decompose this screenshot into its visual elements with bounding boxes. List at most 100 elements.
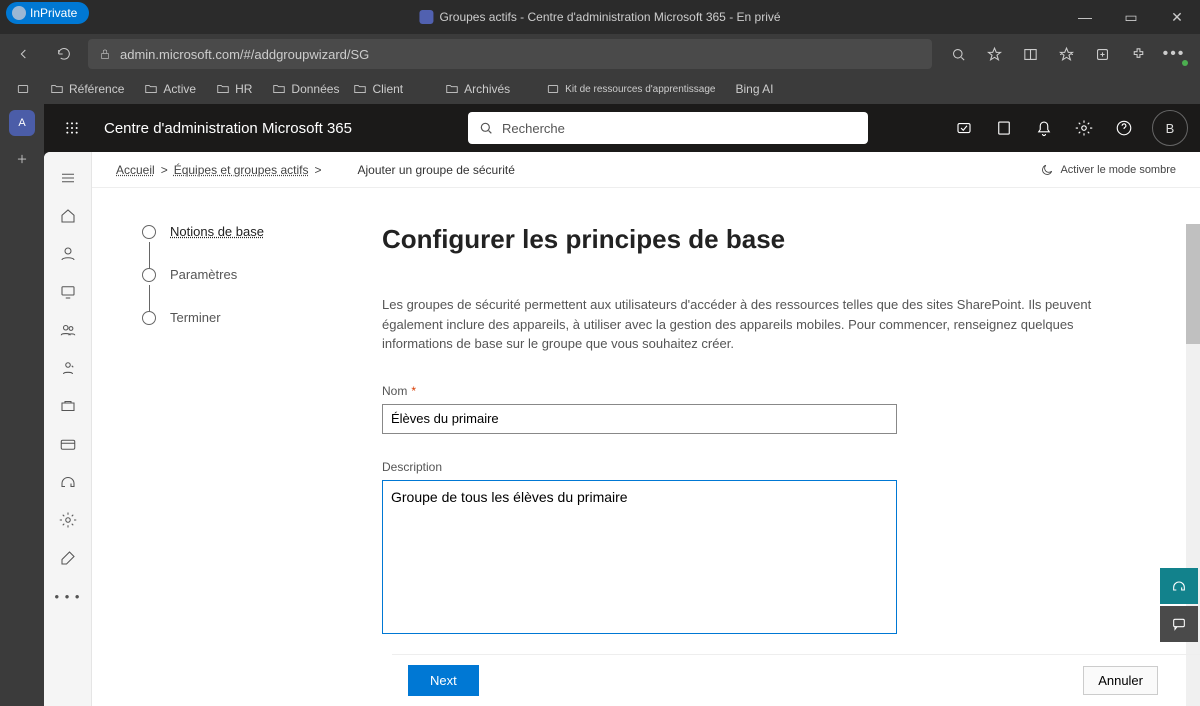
feedback-button[interactable] — [1160, 606, 1198, 642]
wizard-steps: Notions de base Paramètres Terminer — [92, 188, 382, 706]
share-button[interactable] — [946, 110, 982, 146]
extensions-button[interactable] — [1120, 36, 1156, 72]
favorite-client[interactable]: Client — [345, 78, 411, 100]
nav-hamburger-button[interactable] — [48, 160, 88, 196]
notification-badge-icon — [1182, 60, 1188, 66]
tab-m365admin[interactable]: A — [9, 110, 35, 136]
zoom-button[interactable] — [940, 36, 976, 72]
maximize-button[interactable]: ▭ — [1108, 0, 1154, 34]
favorite-active[interactable]: Active — [136, 78, 204, 100]
favorites-button[interactable] — [1048, 36, 1084, 72]
minimize-button[interactable]: ― — [1062, 0, 1108, 34]
favorite-archives[interactable]: Archivés — [437, 78, 518, 100]
wizard-step-finish[interactable]: Terminer — [142, 310, 362, 325]
wizard-body: Notions de base Paramètres Terminer Conf — [92, 188, 1200, 706]
fav-label: Archivés — [464, 82, 510, 96]
breadcrumb-sep: > — [161, 163, 168, 177]
nav-roles-button[interactable] — [48, 350, 88, 386]
favorite-hr[interactable]: HR — [208, 78, 260, 100]
favorite-reference[interactable]: Référence — [42, 78, 132, 100]
favorite-button[interactable] — [976, 36, 1012, 72]
nav-groups-button[interactable] — [48, 312, 88, 348]
wizard-step-basics[interactable]: Notions de base — [142, 224, 362, 239]
moon-icon — [1040, 163, 1054, 177]
favorite-donnees[interactable]: Données — [264, 78, 347, 100]
fav-label: Active — [163, 82, 196, 96]
nav-support-button[interactable] — [48, 464, 88, 500]
nav-billing-button[interactable] — [48, 426, 88, 462]
refresh-button[interactable] — [48, 38, 80, 70]
content-area: Accueil > Équipes et groupes actifs > Aj… — [92, 152, 1200, 706]
help-button[interactable] — [1106, 110, 1142, 146]
fav-label: Données — [291, 82, 339, 96]
page-description: Les groupes de sécurité permettent aux u… — [382, 295, 1132, 354]
dark-mode-toggle[interactable]: Activer le mode sombre — [1040, 163, 1176, 177]
cancel-button[interactable]: Annuler — [1083, 666, 1158, 695]
close-button[interactable]: ✕ — [1154, 0, 1200, 34]
breadcrumb: Accueil > Équipes et groupes actifs > Aj… — [92, 152, 1200, 188]
nav-setup-button[interactable] — [48, 540, 88, 576]
next-button[interactable]: Next — [408, 665, 479, 696]
favorites-bar: Référence Active HR Données Client Archi… — [0, 74, 1200, 104]
step-label: Terminer — [170, 310, 221, 325]
favorite-learning-kit[interactable]: Kit de ressources d'apprentissage — [538, 78, 723, 100]
nav-more-button[interactable]: • • • — [48, 578, 88, 614]
scroll-thumb[interactable] — [1186, 224, 1200, 344]
more-actions-button[interactable]: ••• — [1156, 36, 1192, 72]
wizard-step-settings[interactable]: Paramètres — [142, 267, 362, 282]
breadcrumb-current: Ajouter un groupe de sécurité — [357, 163, 514, 177]
breadcrumb-home[interactable]: Accueil — [116, 163, 155, 177]
favorite-bingai[interactable]: Bing AI — [727, 78, 781, 100]
search-input[interactable]: Recherche — [468, 112, 868, 144]
step-circle-icon — [142, 311, 156, 325]
fav-label: HR — [235, 82, 252, 96]
suite-title: Centre d'administration Microsoft 365 — [104, 120, 352, 137]
fav-label: Kit de ressources d'apprentissage — [565, 84, 715, 95]
help-panel-buttons — [1160, 568, 1200, 644]
collections-button[interactable] — [1084, 36, 1120, 72]
window-controls: ― ▭ ✕ — [1062, 0, 1200, 34]
description-textarea[interactable] — [382, 480, 897, 634]
step-circle-icon — [142, 268, 156, 282]
fav-label: Référence — [69, 82, 124, 96]
name-label: Nom* — [382, 384, 1132, 398]
help-support-button[interactable] — [1160, 568, 1198, 604]
nav-resources-button[interactable] — [48, 388, 88, 424]
account-initial: B — [1166, 121, 1175, 136]
m365-favicon-icon — [419, 10, 433, 24]
breadcrumb-teams[interactable]: Équipes et groupes actifs — [174, 163, 309, 177]
nav-settings-button[interactable] — [48, 502, 88, 538]
page-frame: • • • Accueil > Équipes et groupes actif… — [44, 152, 1200, 706]
url-box[interactable]: admin.microsoft.com/#/addgroupwizard/SG — [88, 39, 932, 69]
vertical-tabs-strip: A — [0, 104, 44, 706]
name-input[interactable] — [382, 404, 897, 434]
upload-button[interactable] — [986, 110, 1022, 146]
description-label: Description — [382, 460, 1132, 474]
step-label: Notions de base — [170, 224, 264, 239]
step-label: Paramètres — [170, 267, 237, 282]
settings-button[interactable] — [1066, 110, 1102, 146]
nav-home-button[interactable] — [48, 198, 88, 234]
search-icon — [478, 120, 494, 136]
nav-users-button[interactable] — [48, 236, 88, 272]
dark-mode-label: Activer le mode sombre — [1060, 164, 1176, 176]
app-launcher-button[interactable] — [56, 112, 88, 144]
new-tab-favorite[interactable] — [8, 78, 38, 100]
wizard-form: Configurer les principes de base Les gro… — [382, 188, 1162, 706]
back-button[interactable] — [8, 38, 40, 70]
new-tab-button[interactable] — [7, 144, 37, 174]
suite-header: Centre d'administration Microsoft 365 Re… — [44, 104, 1200, 152]
nav-devices-button[interactable] — [48, 274, 88, 310]
page-title: Configurer les principes de base — [382, 224, 1132, 255]
tab-title-text: Groupes actifs - Centre d'administration… — [439, 10, 780, 24]
inprivate-badge: InPrivate — [6, 2, 89, 24]
fav-label: Bing AI — [735, 82, 773, 96]
step-circle-icon — [142, 225, 156, 239]
notifications-button[interactable] — [1026, 110, 1062, 146]
reading-button[interactable] — [1012, 36, 1048, 72]
url-actions: ••• — [940, 36, 1192, 72]
account-button[interactable]: B — [1152, 110, 1188, 146]
page-inner: • • • Accueil > Équipes et groupes actif… — [44, 152, 1200, 706]
required-icon: * — [411, 384, 416, 398]
address-bar: admin.microsoft.com/#/addgroupwizard/SG … — [0, 34, 1200, 74]
